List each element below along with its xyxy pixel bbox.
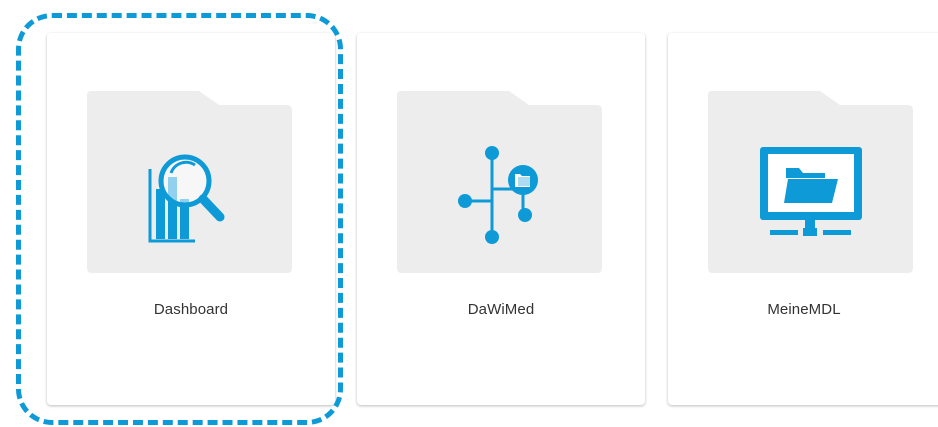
folder-background — [397, 91, 602, 273]
tile-label: Dashboard — [153, 301, 229, 318]
folder-background — [708, 91, 913, 273]
tile-label: MeineMDL — [767, 301, 841, 318]
folder-background — [87, 91, 292, 273]
tile-dashboard[interactable]: Dashboard — [47, 33, 335, 405]
network-folder-icon — [458, 146, 538, 244]
app-tiles-area: Dashboard DaWiMed MeineMDL — [0, 0, 938, 427]
tile-meinemdl[interactable]: MeineMDL — [668, 33, 938, 405]
dashboard-analytics-icon — [148, 154, 225, 243]
monitor-folder-icon — [760, 147, 862, 236]
tile-label: DaWiMed — [467, 301, 535, 318]
tile-dawimed[interactable]: DaWiMed — [357, 33, 645, 405]
